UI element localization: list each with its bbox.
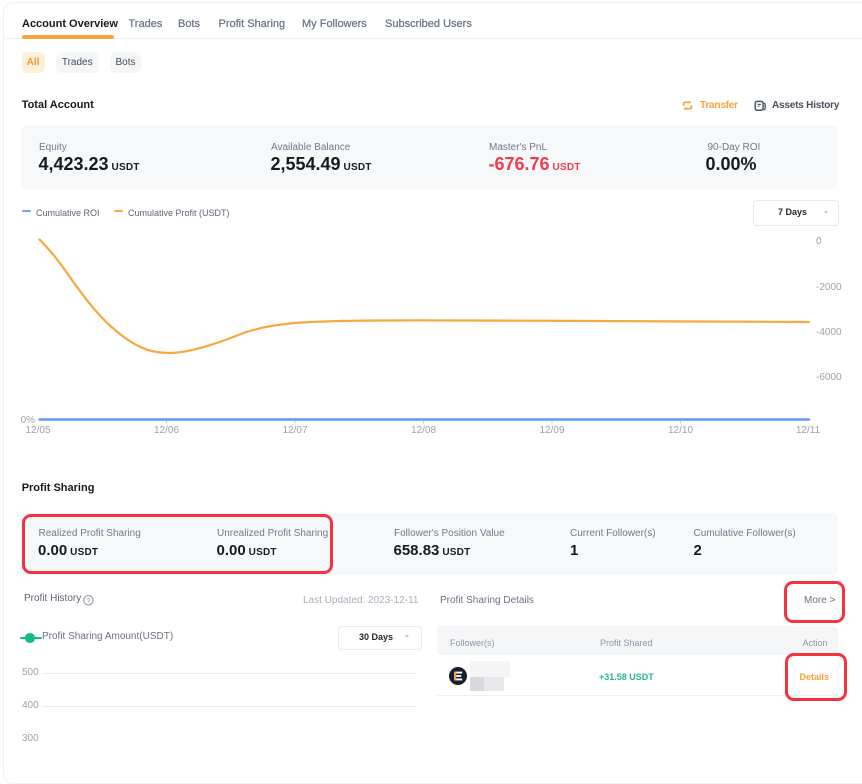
- svg-text:?: ?: [86, 596, 90, 605]
